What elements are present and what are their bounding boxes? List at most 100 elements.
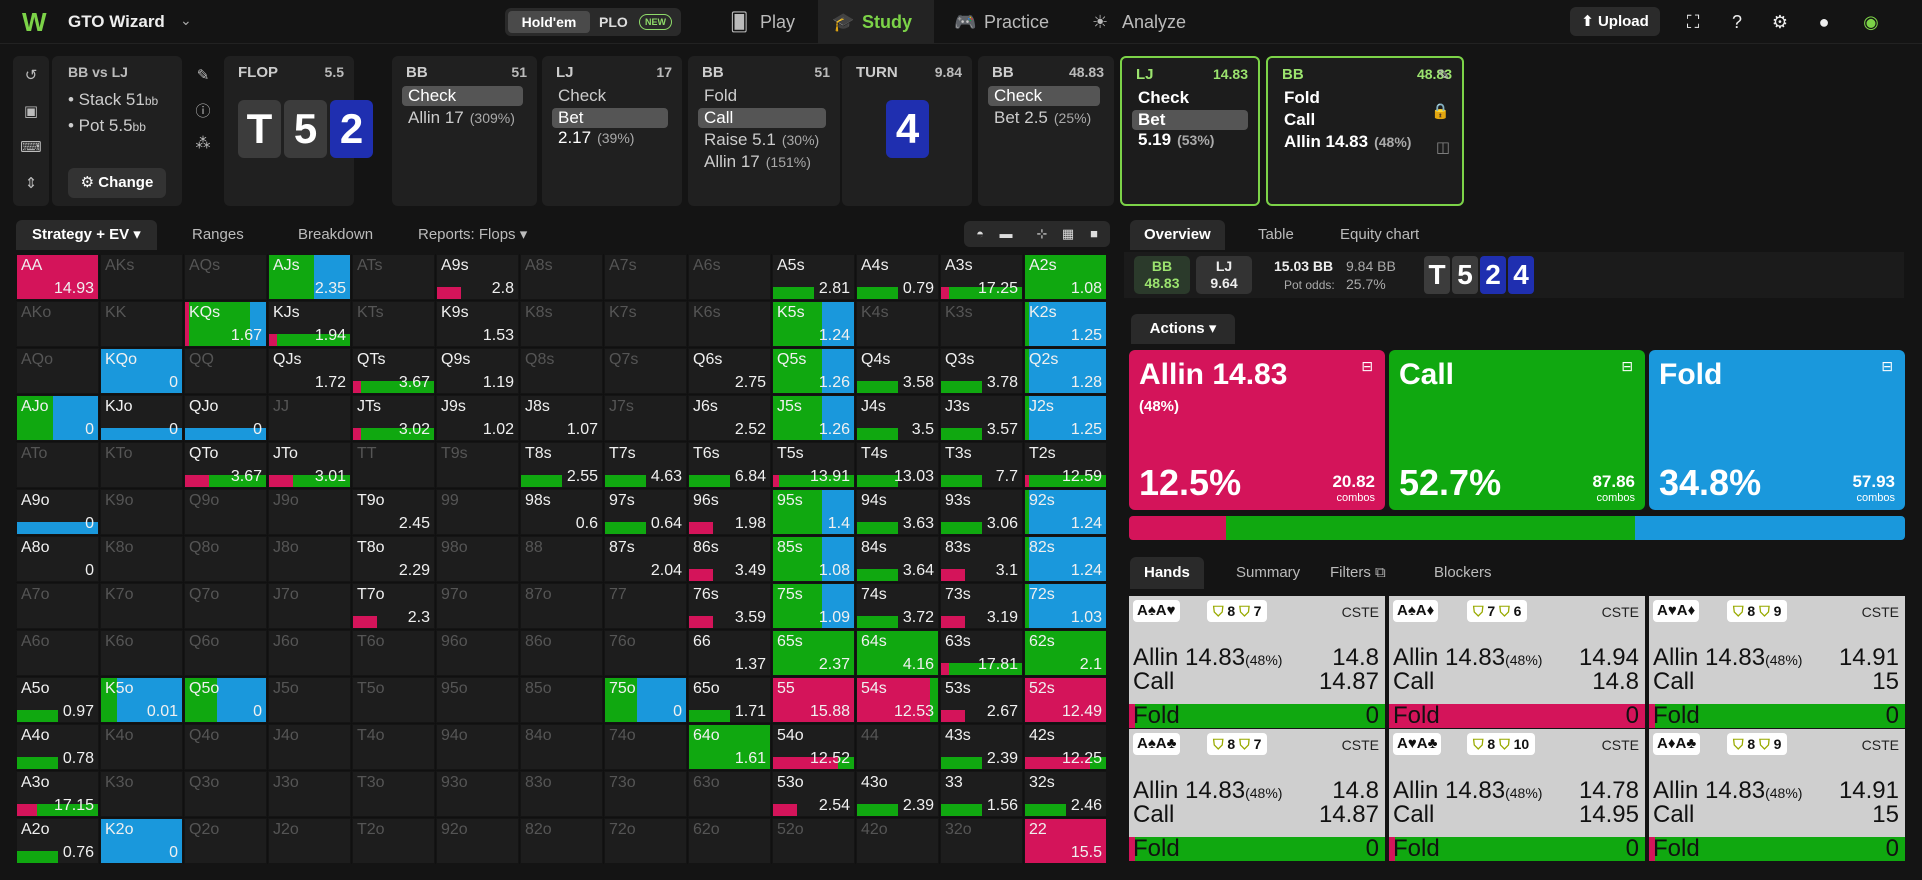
hand-cell[interactable]: J9s 1.02 [436,395,519,441]
hand-cell[interactable]: T5o [352,677,435,723]
action-option[interactable]: Check [1132,88,1248,108]
details-icon[interactable]: ⊟ [1361,358,1373,375]
hand-cell[interactable]: ATs [352,254,435,300]
street-node[interactable]: TURN 9.84 4 [842,56,972,206]
hand-cell[interactable]: 85s 1.08 [772,536,855,582]
hand-cell[interactable]: Q7o [184,583,267,629]
street-node[interactable]: BB 51 Check Allin 17 (309%) [392,56,537,206]
hand-cell[interactable]: Q9s 1.19 [436,348,519,394]
hand-cell[interactable]: A8s [520,254,603,300]
hand-cell[interactable]: A8o 0 [16,536,99,582]
chevron-down-icon[interactable]: ⌄ [180,12,192,29]
hand-cell[interactable]: Q8s [520,348,603,394]
hand-cell[interactable]: 85o [520,677,603,723]
hand-cell[interactable]: A4s 0.79 [856,254,939,300]
hand-cell[interactable]: J7s [604,395,687,441]
hand-cell[interactable]: KTs [352,301,435,347]
hand-cell[interactable]: J5s 1.26 [772,395,855,441]
tab-table[interactable]: Table [1244,220,1308,250]
save-icon[interactable]: ▣ [13,102,49,120]
action-option[interactable]: Bet 2.17 (39%) [552,108,668,147]
action-option[interactable]: Allin 14.83 (48%) [1278,132,1452,152]
hand-cell[interactable]: 43o 2.39 [856,771,939,817]
hand-cell[interactable]: K8s [520,301,603,347]
hand-cell[interactable]: A4o 0.78 [16,724,99,770]
hand-card[interactable]: A♠A♥ ⛉ 8 ⛉ 7 CSTE Allin 14.83(48%) 14.8 Call 14… [1129,596,1385,728]
hand-cell[interactable]: J8o [268,536,351,582]
hand-cell[interactable]: 97s 0.64 [604,489,687,535]
hand-cell[interactable]: 95o [436,677,519,723]
hand-cell[interactable]: 72o [604,818,687,864]
hand-cell[interactable]: 95s 1.4 [772,489,855,535]
wizard-coin-icon[interactable]: ◉ [1860,11,1882,33]
compact-view-icon[interactable]: ⊹ [1032,224,1052,244]
hand-cell[interactable]: 97o [436,583,519,629]
tab-equity-chart[interactable]: Equity chart [1326,220,1433,250]
nav-tab-play[interactable]: 🂠 Play [724,0,814,44]
action-box[interactable]: Call 52.7% 87.86 combos ⊟ [1389,350,1645,510]
action-option[interactable]: Check [552,86,668,106]
hand-cell[interactable]: J3o [268,771,351,817]
hand-cell[interactable]: T6o [352,630,435,676]
grid-view-icon[interactable]: ▦ [1058,224,1078,244]
street-node[interactable]: LJ 14.83 Check Bet 5.19 (53%) [1120,56,1260,206]
hand-cell[interactable]: 76s 3.59 [688,583,771,629]
hand-cell[interactable]: AKs [100,254,183,300]
hand-cell[interactable]: QTs 3.67 [352,348,435,394]
hand-cell[interactable]: T5s 13.91 [772,442,855,488]
hand-cell[interactable]: T6s 6.84 [688,442,771,488]
hand-cell[interactable]: 93o [436,771,519,817]
hand-cell[interactable]: AA 14.93 [16,254,99,300]
hand-cell[interactable]: J7o [268,583,351,629]
action-option[interactable]: Raise 5.1 (30%) [698,130,826,150]
hand-cell[interactable]: Q7s [604,348,687,394]
help-icon[interactable]: ? [1726,11,1748,33]
pencil-icon[interactable]: ✎ [186,66,220,84]
hand-cell[interactable]: 53o 2.54 [772,771,855,817]
combo-view-icon[interactable]: ◓ [970,224,990,244]
action-option[interactable]: Allin 17 (309%) [402,108,523,128]
hand-cell[interactable]: AJs 2.35 [268,254,351,300]
hand-cell[interactable]: 52o [772,818,855,864]
compare-icon[interactable]: ◫ [1436,138,1450,156]
hand-cell[interactable]: 65o 1.71 [688,677,771,723]
action-option[interactable]: Bet 2.5 (25%) [988,108,1100,128]
tab-overview[interactable]: Overview [1130,220,1225,250]
details-icon[interactable]: ⊟ [1621,358,1633,375]
hand-cell[interactable]: T7s 4.63 [604,442,687,488]
action-option[interactable]: Fold [1278,88,1452,108]
hand-cell[interactable]: 43s 2.39 [940,724,1023,770]
plo-toggle[interactable]: PLO [599,11,628,33]
hand-cell[interactable]: A7s [604,254,687,300]
hand-cell[interactable]: 88 [520,536,603,582]
hand-cell[interactable]: AJo 0 [16,395,99,441]
full-view-icon[interactable]: ■ [1084,224,1104,244]
hand-cell[interactable]: 86s 3.49 [688,536,771,582]
hand-cell[interactable]: T8s 2.55 [520,442,603,488]
tab-breakdown[interactable]: Breakdown [282,220,389,250]
tab-strategy-ev[interactable]: Strategy + EV ▾ [16,220,157,250]
nav-tab-study[interactable]: 🎓 Study [818,0,934,44]
hand-cell[interactable]: 54s 12.53 [856,677,939,723]
hand-cell[interactable]: K5s 1.24 [772,301,855,347]
hand-cell[interactable]: J4s 3.5 [856,395,939,441]
hand-cell[interactable]: 22 15.5 [1024,818,1107,864]
hand-cell[interactable]: 52s 12.49 [1024,677,1107,723]
hand-cell[interactable]: Q6s 2.75 [688,348,771,394]
hand-cell[interactable]: KJo 0 [100,395,183,441]
hand-cell[interactable]: A6s [688,254,771,300]
hand-cell[interactable]: AQo [16,348,99,394]
hand-cell[interactable]: 73o [604,771,687,817]
hand-cell[interactable]: K7s [604,301,687,347]
hand-cell[interactable]: J6o [268,630,351,676]
hand-cell[interactable]: 98s 0.6 [520,489,603,535]
action-option[interactable]: Check [988,86,1100,106]
hand-cell[interactable]: 74s 3.72 [856,583,939,629]
hand-cell[interactable]: 53s 2.67 [940,677,1023,723]
hand-card[interactable]: A♦A♣ ⛉ 8 ⛉ 9 CSTE Allin 14.83(48%) 14.91 Call 1… [1649,729,1905,861]
hand-cell[interactable]: K3s [940,301,1023,347]
hand-cell[interactable]: T4s 13.03 [856,442,939,488]
hand-cell[interactable]: K8o [100,536,183,582]
hand-cell[interactable]: KTo [100,442,183,488]
street-node[interactable]: BB 48.83 Fold Call Allin 14.83 (48%) ✎ 🔒 ◫ [1266,56,1464,206]
